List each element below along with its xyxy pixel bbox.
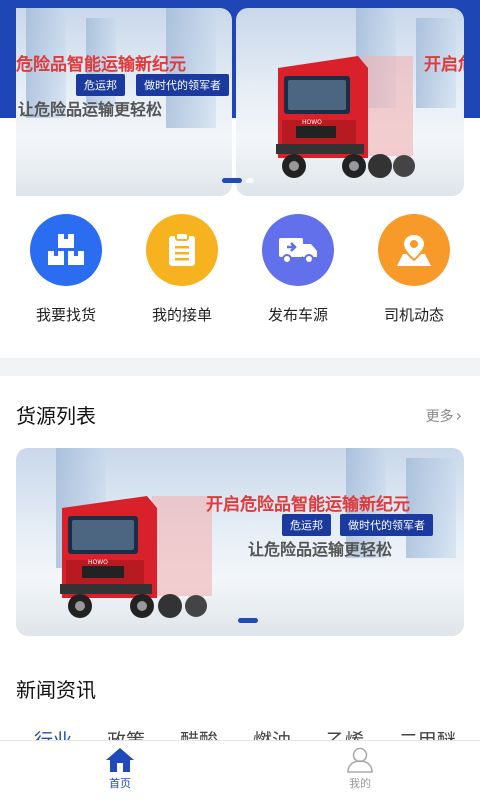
menu-item-find-cargo[interactable]: 我要找货 [16, 214, 116, 325]
banner-headline: 开启危 [424, 55, 464, 75]
banner-tag: 做时代的领军者 [136, 74, 229, 96]
nav-home-label: 首页 [109, 777, 131, 790]
more-link[interactable]: 更多 › [426, 406, 462, 426]
user-icon [347, 747, 373, 773]
nav-home[interactable]: 首页 [0, 741, 240, 800]
banner-subline: 让危险品运输更轻松 [18, 100, 163, 119]
banner-subline: 让危险品运输更轻松 [248, 540, 393, 559]
carousel-indicator [238, 618, 258, 623]
chevron-right-icon: › [455, 406, 462, 425]
news-title: 新闻资讯 [16, 678, 96, 702]
banner-tag: 做时代的领军者 [340, 514, 433, 536]
truck-icon [262, 214, 334, 286]
app-screen: 危险品智能运输新纪元 危运邦 做时代的领军者 让危险品运输更轻松 开启危 HOW… [0, 0, 480, 800]
nav-mine[interactable]: 我的 [240, 741, 480, 800]
home-icon [106, 748, 134, 772]
svg-text:HOWO: HOWO [302, 119, 322, 126]
quick-menu: 我要找货 我的接单 发布车源 司机动态 [0, 214, 480, 325]
menu-label: 我的接单 [151, 306, 212, 324]
cargo-section: 货源列表 更多 › HOWO 开启危险品智能运输新纪元 危运邦 做时代的领军者 … [0, 376, 480, 656]
header-area: 危险品智能运输新纪元 危运邦 做时代的领军者 让危险品运输更轻松 开启危 HOW… [0, 0, 480, 358]
banner-tag: 危运邦 [282, 514, 331, 536]
menu-label: 我要找货 [35, 306, 96, 324]
menu-item-my-orders[interactable]: 我的接单 [132, 214, 232, 325]
cargo-title: 货源列表 [16, 404, 96, 428]
banner-tag: 危运邦 [76, 74, 125, 96]
nav-mine-label: 我的 [349, 777, 371, 790]
bottom-nav: 首页 我的 [0, 740, 480, 800]
svg-text:HOWO: HOWO [88, 559, 108, 566]
clipboard-icon [146, 214, 218, 286]
banner-headline: 开启危险品智能运输新纪元 [206, 495, 410, 515]
banner-slide[interactable]: 危险品智能运输新纪元 危运邦 做时代的领军者 让危险品运输更轻松 [16, 8, 232, 196]
banner-slide[interactable]: 开启危 HOWO [236, 8, 464, 196]
menu-label: 司机动态 [383, 306, 444, 324]
map-pin-icon [378, 214, 450, 286]
cargo-banner[interactable]: HOWO 开启危险品智能运输新纪元 危运邦 做时代的领军者 让危险品运输更轻松 [16, 448, 464, 636]
menu-item-publish-vehicle[interactable]: 发布车源 [248, 214, 348, 325]
menu-item-driver-updates[interactable]: 司机动态 [364, 214, 464, 325]
menu-label: 发布车源 [267, 306, 328, 324]
more-label: 更多 [425, 409, 454, 425]
boxes-icon [30, 214, 102, 286]
carousel-indicator [222, 178, 254, 183]
banner-headline: 危险品智能运输新纪元 [16, 55, 186, 75]
truck-image: HOWO [60, 496, 212, 618]
truck-image: HOWO [276, 56, 415, 178]
